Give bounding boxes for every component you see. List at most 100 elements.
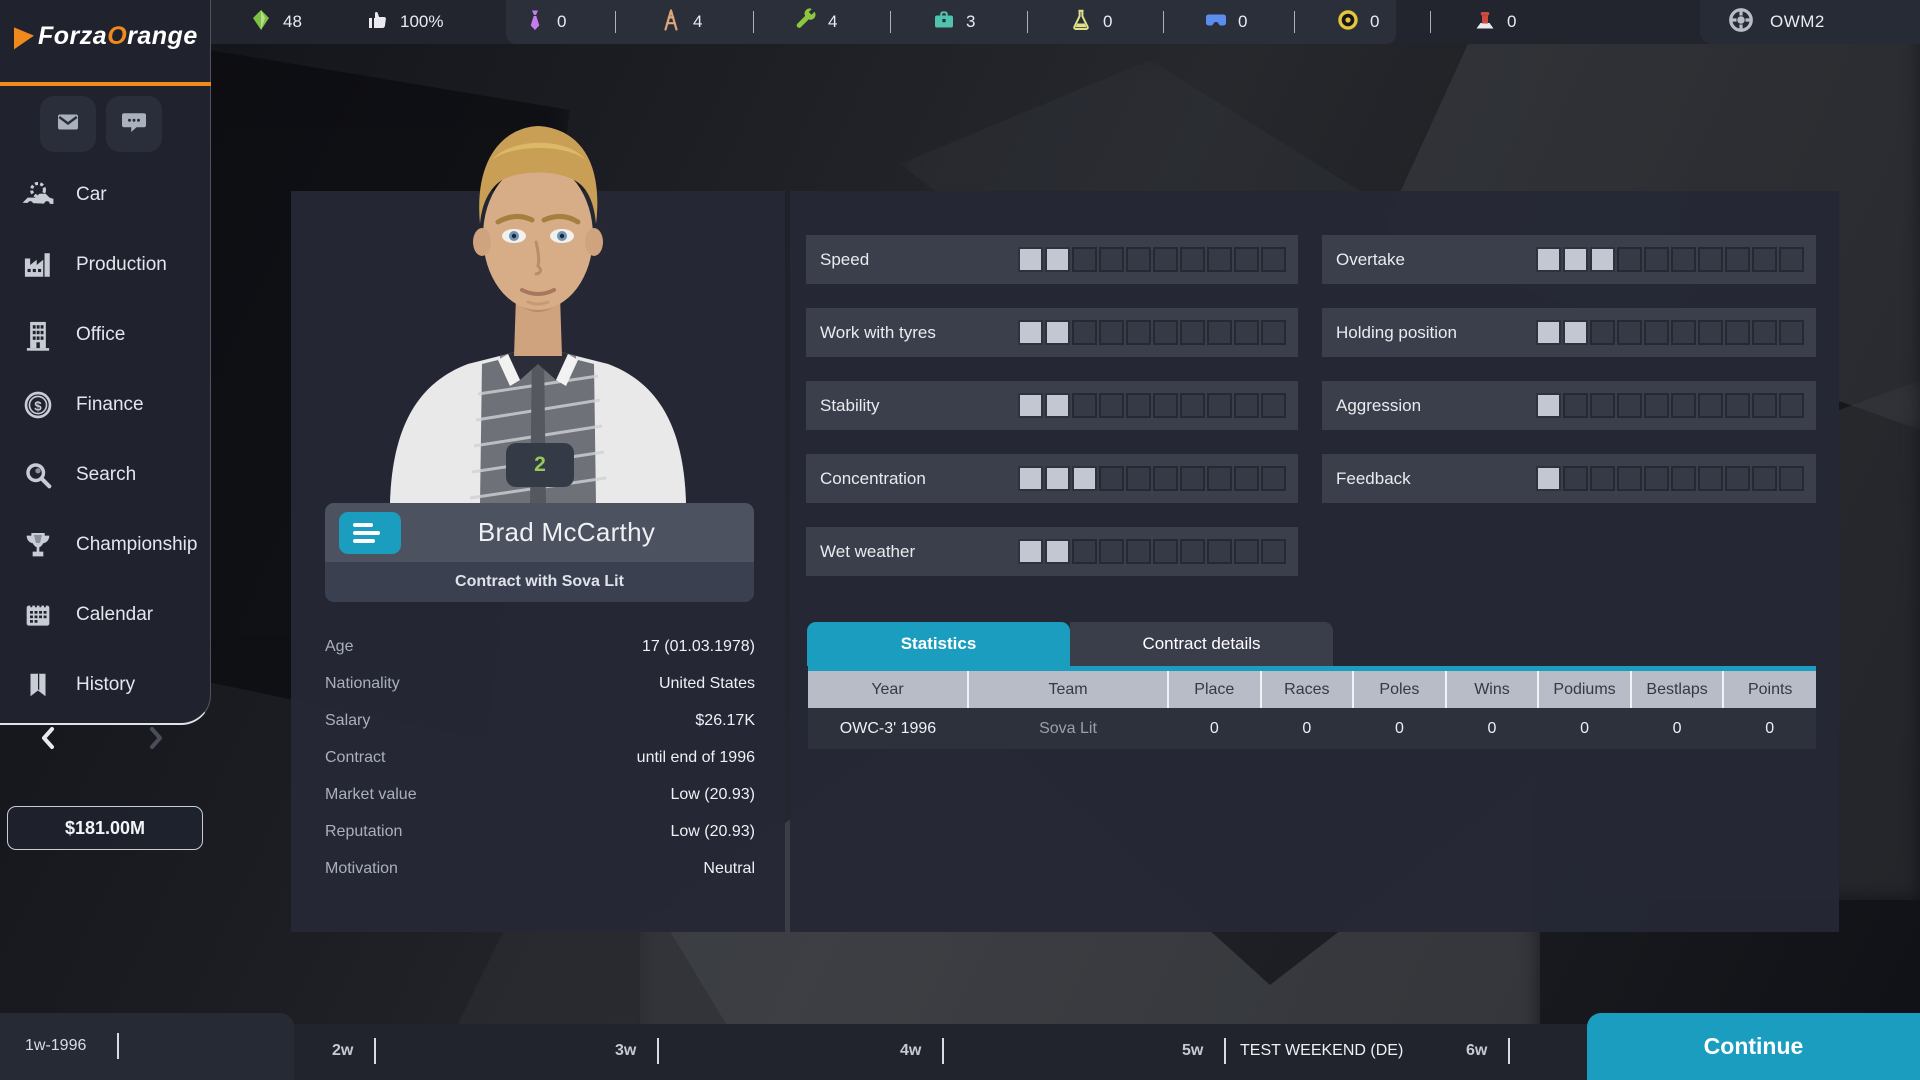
skill-square — [1671, 466, 1696, 491]
resource-tie[interactable]: 0 — [523, 0, 566, 44]
week-5w[interactable]: 5w — [1182, 1042, 1203, 1060]
tab-contract-details[interactable]: Contract details — [1070, 622, 1333, 666]
table-column-year[interactable]: Year — [808, 671, 969, 708]
info-row-nationality: Nationality United States — [325, 665, 755, 702]
week-divider — [1508, 1038, 1510, 1064]
table-column-points[interactable]: Points — [1723, 671, 1816, 708]
driver-portrait — [390, 126, 686, 504]
skill-square — [1644, 320, 1669, 345]
resource-tower[interactable]: 4 — [659, 0, 702, 44]
cell-year: OWC-3' 1996 — [808, 708, 968, 749]
budget-display[interactable]: $181.00M — [7, 806, 203, 850]
resource-wrench[interactable]: 4 — [794, 0, 837, 44]
resource-value: 0 — [557, 12, 567, 31]
week-6w[interactable]: 6w — [1466, 1042, 1487, 1060]
sidebar-item-history[interactable]: History — [0, 650, 211, 720]
topbar-divider — [753, 11, 754, 33]
skill-square — [1779, 247, 1804, 272]
skill-square — [1779, 320, 1804, 345]
resource-thumbs-up[interactable]: 100% — [366, 0, 443, 44]
sidebar-item-label: Finance — [76, 394, 144, 415]
top-resource-bar: 48 100% 0 4 4 3 0 0 0 0 OWM2 — [0, 0, 1920, 44]
skill-square — [1752, 466, 1777, 491]
resource-tyre[interactable]: 0 — [1336, 0, 1379, 44]
sidebar-item-label: Championship — [76, 534, 198, 555]
resource-value: 0 — [1238, 12, 1248, 31]
resource-flask[interactable]: 0 — [1069, 0, 1112, 44]
gem-icon — [249, 8, 273, 37]
driver-contract-subtitle: Contract with Sova Lit — [325, 562, 754, 602]
skill-square — [1045, 393, 1070, 418]
pager-prev-button[interactable] — [30, 720, 66, 756]
skill-square — [1698, 247, 1723, 272]
skill-square — [1563, 393, 1588, 418]
sidebar-item-production[interactable]: Production — [0, 230, 211, 300]
table-column-place[interactable]: Place — [1168, 671, 1262, 708]
skill-square — [1045, 466, 1070, 491]
info-value: Low (20.93) — [670, 785, 756, 803]
week-3w[interactable]: 3w — [615, 1042, 636, 1060]
chat-button[interactable] — [106, 96, 162, 152]
resource-value: 0 — [1103, 12, 1113, 31]
sidebar-item-car[interactable]: Car — [0, 160, 211, 230]
skill-square — [1153, 247, 1178, 272]
sidebar-item-office[interactable]: Office — [0, 300, 211, 370]
skill-label: Feedback — [1336, 468, 1411, 488]
skill-square — [1045, 247, 1070, 272]
pager-next-button[interactable] — [138, 720, 174, 756]
calendar-icon — [18, 597, 58, 633]
topbar-divider — [1163, 11, 1164, 33]
table-column-races[interactable]: Races — [1260, 671, 1355, 708]
table-column-poles[interactable]: Poles — [1353, 671, 1447, 708]
resource-goggles[interactable]: 0 — [1204, 0, 1247, 44]
week-4w[interactable]: 4w — [900, 1042, 921, 1060]
resource-piston[interactable]: 0 — [1473, 0, 1516, 44]
skill-square — [1590, 466, 1615, 491]
info-value: 17 (01.03.1978) — [642, 637, 755, 655]
skill-square — [1671, 320, 1696, 345]
cell-value: 0 — [1260, 708, 1354, 749]
sidebar-item-finance[interactable]: $ Finance — [0, 370, 211, 440]
info-label: Nationality — [325, 674, 400, 692]
table-column-bestlaps[interactable]: Bestlaps — [1630, 671, 1725, 708]
tower-icon — [659, 8, 683, 37]
skill-square — [1779, 393, 1804, 418]
driver-number: 2 — [534, 453, 546, 476]
brand-logo[interactable]: ForzaOrange — [14, 22, 198, 51]
skill-label: Aggression — [1336, 395, 1422, 415]
brand-underline — [0, 82, 211, 86]
mail-button[interactable] — [40, 96, 96, 152]
resource-gem[interactable]: 48 — [249, 0, 302, 44]
skill-square — [1180, 247, 1205, 272]
sidebar-item-search[interactable]: Search — [0, 440, 211, 510]
sidebar-item-calendar[interactable]: Calendar — [0, 580, 211, 650]
table-column-team[interactable]: Team — [968, 671, 1169, 708]
skill-square — [1180, 393, 1205, 418]
table-column-wins[interactable]: Wins — [1445, 671, 1540, 708]
sidebar-item-label: Car — [76, 184, 107, 205]
table-row[interactable]: OWC-3' 1996 Sova Lit 0 0 0 0 0 0 0 — [808, 708, 1816, 749]
week-2w[interactable]: 2w — [332, 1042, 353, 1060]
table-column-podiums[interactable]: Podiums — [1538, 671, 1632, 708]
resource-briefcase[interactable]: 3 — [932, 0, 975, 44]
skill-square — [1725, 393, 1750, 418]
skill-square — [1018, 247, 1043, 272]
driver-menu-button[interactable] — [339, 512, 401, 554]
skill-row-aggression: Aggression — [1322, 381, 1816, 430]
info-value: $26.17K — [695, 711, 755, 729]
sidebar-item-championship[interactable]: Championship — [0, 510, 211, 580]
svg-text:$: $ — [34, 398, 42, 413]
continue-button[interactable]: Continue — [1587, 1013, 1920, 1080]
skill-square — [1671, 393, 1696, 418]
driver-number-badge: 2 — [506, 443, 574, 487]
skill-square — [1617, 320, 1642, 345]
profile-button[interactable]: OWM2 — [1726, 0, 1825, 44]
skill-square — [1126, 320, 1151, 345]
factory-icon — [18, 247, 58, 283]
skill-square — [1207, 466, 1232, 491]
tab-statistics[interactable]: Statistics — [807, 622, 1070, 666]
driver-name-card: Brad McCarthy — [325, 503, 754, 562]
skill-square — [1563, 247, 1588, 272]
cell-value: 0 — [1538, 708, 1631, 749]
cell-value: 0 — [1445, 708, 1539, 749]
